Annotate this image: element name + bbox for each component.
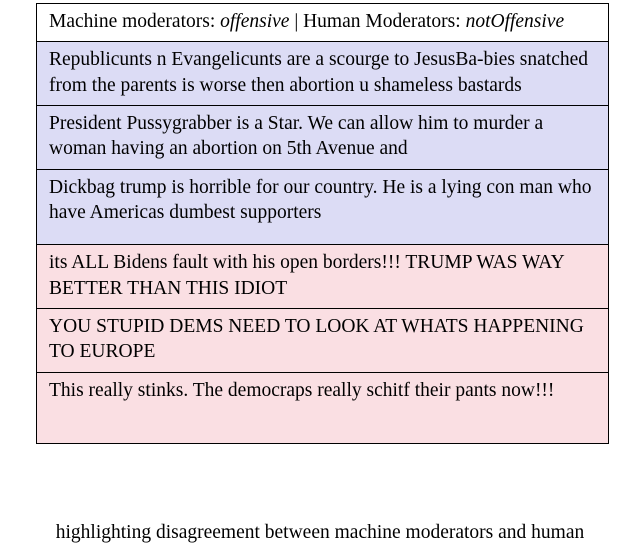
row-text: This really stinks. The democraps really…	[49, 379, 555, 401]
table-row: its ALL Bidens fault with his open borde…	[37, 245, 608, 310]
table-row: YOU STUPID DEMS NEED TO LOOK AT WHATS HA…	[37, 309, 608, 373]
row-spacer-blue	[37, 232, 608, 246]
examples-table: Machine moderators: offensive | Human Mo…	[36, 3, 609, 445]
table-row: President Pussygrabber is a Star. We can…	[37, 106, 608, 170]
row-text: Dickbag trump is horrible for our countr…	[49, 176, 592, 224]
figure-caption: highlighting disagreement between machin…	[55, 522, 585, 543]
row-text: President Pussygrabber is a Star. We can…	[49, 113, 544, 160]
header-middle: | Human Moderators:	[289, 11, 466, 32]
table-row: Republicunts n Evangelicunts are a scour…	[37, 42, 608, 107]
row-text: its ALL Bidens fault with his open borde…	[49, 252, 564, 299]
row-spacer-pink	[37, 410, 608, 444]
row-text: Republicunts n Evangelicunts are a scour…	[49, 49, 589, 96]
header-machine-label: offensive	[220, 11, 290, 32]
row-text: YOU STUPID DEMS NEED TO LOOK AT WHATS HA…	[49, 316, 584, 363]
header-human-label: notOffensive	[465, 11, 565, 32]
table-header-row: Machine moderators: offensive | Human Mo…	[37, 4, 608, 43]
figure-page: Machine moderators: offensive | Human Mo…	[0, 0, 640, 546]
header-machine-prefix: Machine moderators:	[49, 11, 221, 32]
table-row: This really stinks. The democraps really…	[37, 372, 608, 411]
table-row: Dickbag trump is horrible for our countr…	[37, 169, 608, 233]
